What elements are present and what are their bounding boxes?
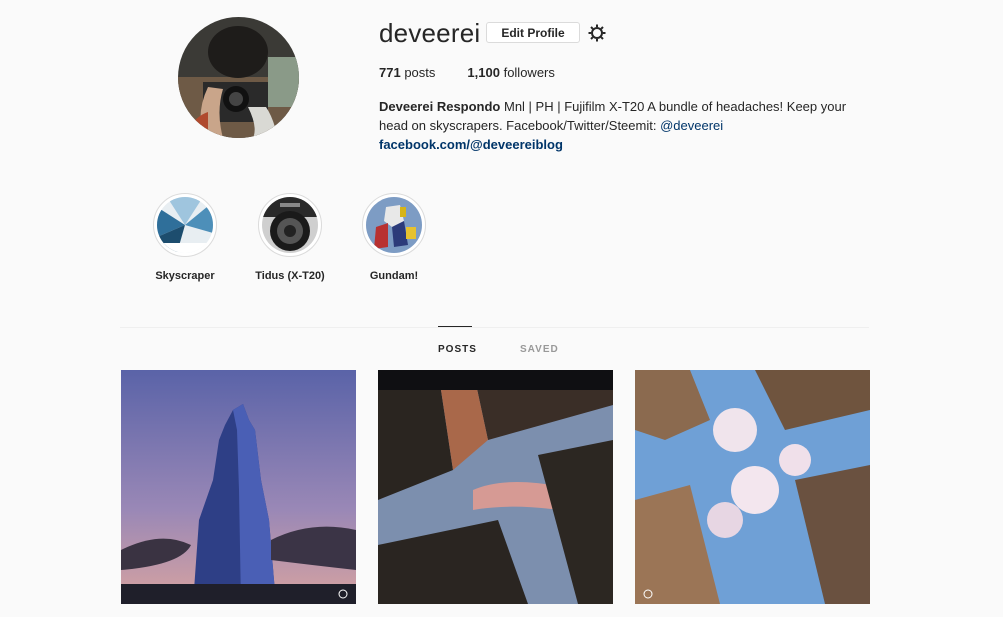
tab-posts[interactable]: POSTS bbox=[438, 344, 477, 355]
profile-username: deveerei bbox=[379, 18, 481, 48]
profile-avatar[interactable] bbox=[178, 17, 299, 138]
tabs-divider bbox=[120, 327, 869, 328]
highlight-ring bbox=[153, 193, 217, 257]
highlight-gundam[interactable]: Gundam! bbox=[354, 193, 434, 282]
tab-saved[interactable]: SAVED bbox=[520, 344, 559, 355]
post-thumbnail[interactable] bbox=[121, 370, 356, 604]
highlight-skyscraper[interactable]: Skyscraper bbox=[145, 193, 225, 282]
full-name: Deveerei Respondo bbox=[379, 99, 501, 114]
highlight-thumbnail bbox=[157, 197, 213, 253]
highlight-ring bbox=[258, 193, 322, 257]
website-link[interactable]: facebook.com/@deveereiblog bbox=[379, 137, 563, 152]
highlight-label: Gundam! bbox=[369, 270, 419, 282]
highlight-tidus[interactable]: Tidus (X-T20) bbox=[250, 193, 330, 282]
post-thumbnail[interactable] bbox=[635, 370, 870, 604]
profile-bio: Deveerei Respondo Mnl | PH | Fujifilm X-… bbox=[379, 97, 859, 154]
posts-stat: 771 posts bbox=[379, 65, 436, 80]
profile-stats: 771 posts 1,100 followers bbox=[379, 65, 555, 80]
bio-mention-link[interactable]: @deveerei bbox=[660, 118, 723, 133]
active-tab-indicator bbox=[438, 326, 472, 327]
followers-stat[interactable]: 1,100 followers bbox=[467, 65, 554, 80]
highlight-label: Tidus (X-T20) bbox=[255, 270, 325, 282]
post-thumbnail[interactable] bbox=[378, 370, 613, 604]
edit-profile-button[interactable]: Edit Profile bbox=[486, 22, 580, 43]
highlight-label: Skyscraper bbox=[155, 270, 215, 282]
highlight-ring bbox=[362, 193, 426, 257]
highlight-thumbnail bbox=[366, 197, 422, 253]
highlight-thumbnail bbox=[262, 197, 318, 253]
gear-icon[interactable] bbox=[587, 23, 607, 43]
